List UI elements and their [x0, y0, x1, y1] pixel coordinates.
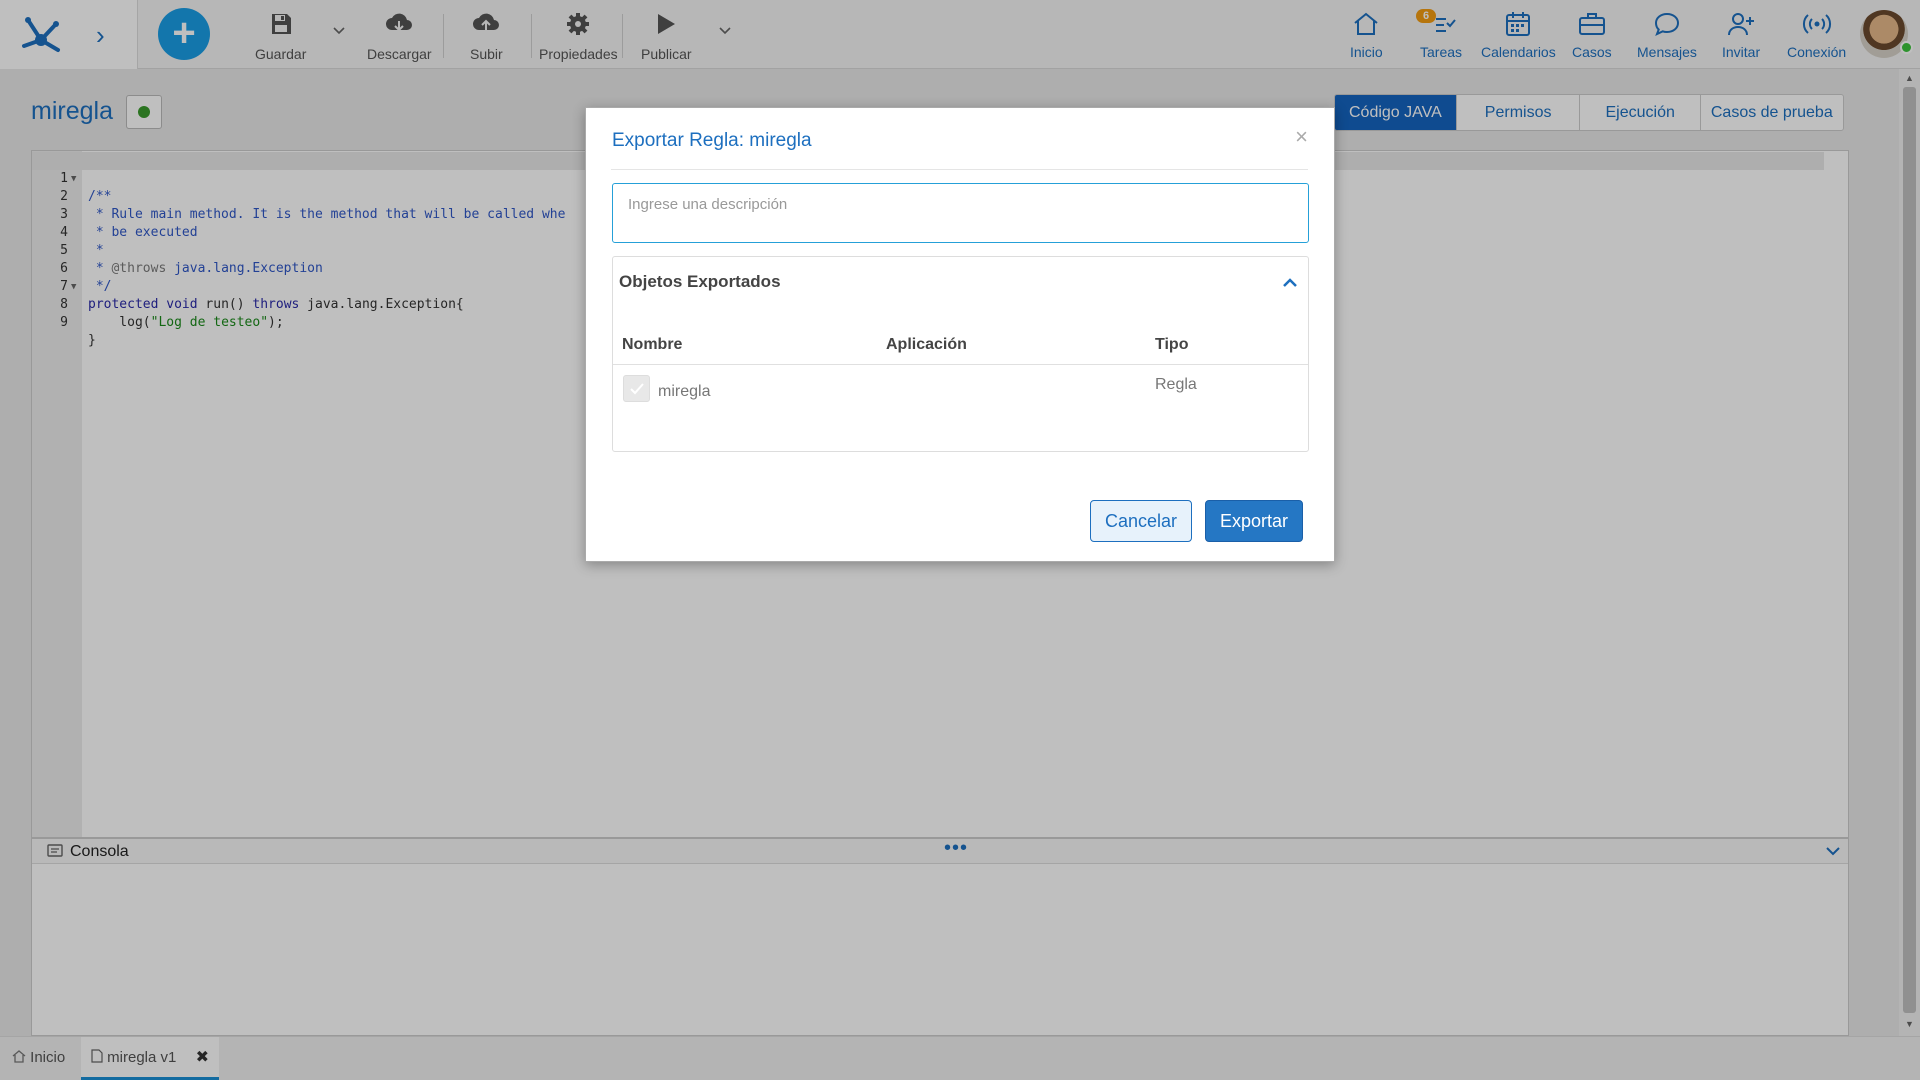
export-button[interactable]: Exportar [1205, 500, 1303, 542]
close-icon[interactable]: × [1295, 124, 1308, 150]
column-header-nombre: Nombre [622, 336, 683, 353]
header-divider [613, 364, 1308, 365]
panel-title: Objetos Exportados [619, 272, 781, 291]
export-rule-dialog: Exportar Regla: miregla × Objetos Export… [585, 107, 1335, 562]
row-nombre: miregla [658, 383, 711, 400]
column-header-tipo: Tipo [1155, 336, 1189, 353]
row-tipo: Regla [1155, 376, 1197, 393]
row-checkbox[interactable] [623, 375, 650, 402]
chevron-up-icon[interactable] [1282, 275, 1298, 293]
check-icon [630, 383, 644, 395]
exported-objects-panel: Objetos Exportados Nombre Aplicación Tip… [612, 256, 1309, 452]
cancel-button[interactable]: Cancelar [1090, 500, 1192, 542]
description-input[interactable] [612, 183, 1309, 243]
dialog-divider [611, 169, 1308, 170]
column-header-aplicacion: Aplicación [886, 336, 967, 353]
dialog-title: Exportar Regla: miregla [612, 130, 812, 151]
